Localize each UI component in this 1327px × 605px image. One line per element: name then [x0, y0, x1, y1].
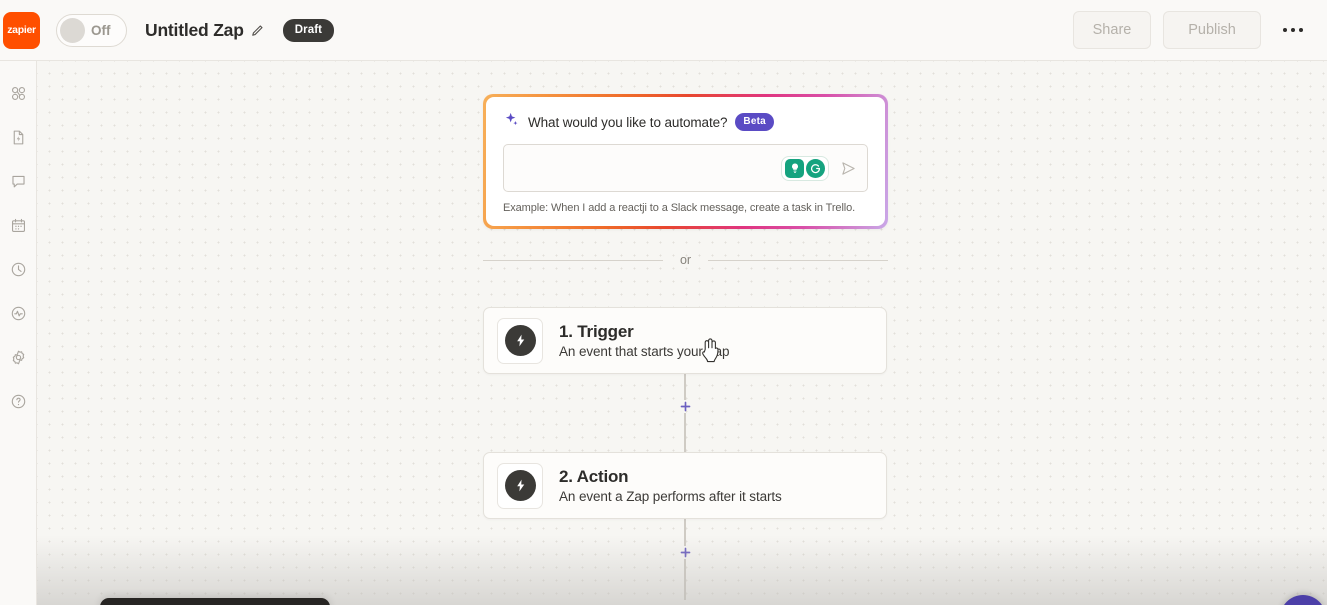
beta-badge: Beta [735, 113, 774, 131]
connector-line [684, 374, 686, 400]
status-badge: Draft [282, 18, 335, 42]
divider-line-right [708, 259, 888, 261]
toggle-state-label: Off [91, 22, 111, 38]
ai-automate-card: What would you like to automate? Beta Ex… [483, 94, 888, 229]
more-options-button[interactable] [1273, 10, 1313, 50]
ai-prompt-input[interactable] [503, 144, 868, 192]
help-circle-icon [10, 393, 27, 415]
publish-button[interactable]: Publish [1163, 11, 1261, 49]
step-subtitle: An event that starts your Zap [559, 344, 730, 359]
assistant-icons-pill[interactable] [781, 155, 829, 181]
sidebar-item-schedule[interactable] [0, 206, 37, 250]
help-chat-bubble[interactable] [1280, 595, 1326, 605]
sidebar-item-history[interactable] [0, 250, 37, 294]
step-icon-box [497, 317, 543, 364]
step-text-group: 2. Action An event a Zap performs after … [559, 467, 782, 504]
step-icon-box [497, 462, 543, 509]
zapier-editor-window: zapier Off Untitled Zap Draft Share Publ… [0, 0, 1327, 605]
or-divider: or [483, 253, 888, 267]
send-arrow-icon[interactable] [839, 159, 858, 178]
top-bar: zapier Off Untitled Zap Draft Share Publ… [0, 0, 1327, 61]
add-step-button[interactable] [678, 399, 692, 413]
ai-card-inner: What would you like to automate? Beta Ex… [486, 97, 885, 226]
clock-icon [10, 261, 27, 283]
ai-card-header: What would you like to automate? Beta [503, 111, 868, 133]
connector-line [684, 519, 686, 546]
step-card-action[interactable]: 2. Action An event a Zap performs after … [483, 452, 887, 519]
ai-example-text: Example: When I add a reactji to a Slack… [503, 202, 856, 214]
step-text-group: 1. Trigger An event that starts your Zap [559, 322, 730, 359]
zapier-logo-text: zapier [7, 24, 36, 36]
left-sidebar [0, 61, 37, 605]
step-title: 2. Action [559, 467, 629, 486]
connector-line [684, 559, 686, 600]
sidebar-item-help[interactable] [0, 382, 37, 426]
zapier-logo[interactable]: zapier [3, 11, 40, 49]
grammarly-icon[interactable] [806, 158, 825, 178]
toggle-knob [60, 17, 85, 43]
comment-icon [10, 173, 27, 195]
calendar-icon [10, 217, 27, 239]
sidebar-item-comments[interactable] [0, 162, 37, 206]
pencil-icon[interactable] [251, 24, 264, 37]
bolt-icon [504, 470, 536, 501]
apps-grid-icon [10, 85, 27, 107]
sidebar-item-zap-details[interactable] [0, 118, 37, 162]
step-subtitle: An event a Zap performs after it starts [559, 489, 782, 504]
zap-on-off-toggle[interactable]: Off [56, 13, 127, 47]
ai-card-title: What would you like to automate? [528, 114, 728, 130]
activity-icon [10, 305, 27, 327]
canvas-toolbar[interactable] [100, 598, 330, 605]
dot [1290, 27, 1296, 33]
dot [1282, 27, 1288, 33]
lightbulb-icon[interactable] [785, 158, 804, 178]
sparkle-icon [503, 111, 520, 133]
sidebar-item-settings[interactable] [0, 338, 37, 382]
bolt-icon [504, 325, 536, 356]
share-button[interactable]: Share [1073, 11, 1151, 49]
gear-icon [10, 349, 27, 371]
divider-label: or [679, 253, 692, 267]
sidebar-item-activity[interactable] [0, 294, 37, 338]
divider-line-left [483, 259, 663, 261]
add-step-button[interactable] [678, 545, 692, 559]
dot [1298, 27, 1304, 33]
file-bolt-icon [10, 129, 27, 151]
zap-editor-canvas[interactable]: What would you like to automate? Beta Ex… [37, 61, 1327, 605]
sidebar-item-apps[interactable] [0, 74, 37, 118]
connector-line [684, 413, 686, 452]
step-title: 1. Trigger [559, 322, 634, 341]
page-title[interactable]: Untitled Zap [145, 20, 244, 41]
step-card-trigger[interactable]: 1. Trigger An event that starts your Zap [483, 307, 887, 374]
